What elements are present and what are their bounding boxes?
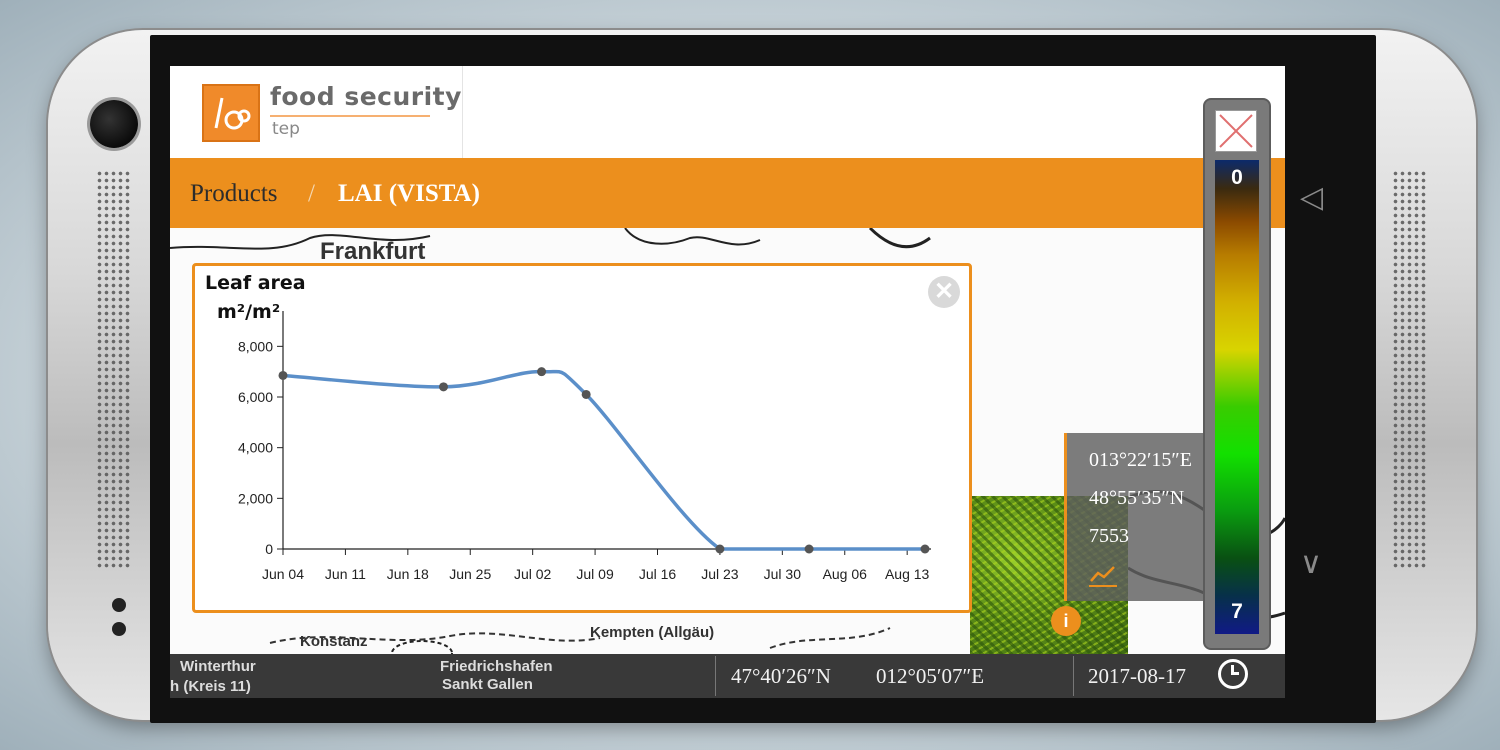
- chevron-down-icon[interactable]: ∨: [1300, 546, 1322, 581]
- logo-underline: [270, 115, 430, 117]
- map-label-city: h (Kreis 11): [170, 678, 251, 695]
- x-tick-label: Jul 02: [514, 566, 552, 582]
- y-tick-label: 0: [265, 541, 273, 557]
- lai-data-point: [920, 544, 930, 554]
- lai-series-line: [282, 369, 925, 551]
- breadcrumb-separator: /: [308, 180, 315, 207]
- map-label-city: Winterthur: [180, 658, 256, 675]
- chart-dialog: Leaf area m²/m² ✕ 0 2,000 4,000 6,000 8,000 J…: [192, 263, 972, 613]
- footer-divider: [1073, 656, 1074, 696]
- back-key-icon[interactable]: ◁: [1300, 180, 1323, 215]
- cursor-latitude: 47°40′26″N: [731, 664, 831, 688]
- lai-data-point: [581, 389, 591, 399]
- front-camera: [90, 100, 138, 148]
- map-label-city: Friedrichshafen: [440, 658, 553, 675]
- map-label-city: Frankfurt: [320, 238, 426, 265]
- lai-data-point: [278, 370, 288, 380]
- x-tick-label: Aug 06: [823, 566, 868, 582]
- status-footer: Winterthur Friedrichshafen h (Kreis 11) …: [170, 654, 1285, 698]
- x-tick-label: Jun 25: [449, 566, 491, 582]
- close-icon[interactable]: ✕: [928, 276, 960, 308]
- chart-icon[interactable]: [1089, 563, 1117, 587]
- app-header: food security tep: [170, 66, 1285, 159]
- lai-data-point: [804, 544, 814, 554]
- app-title: food security: [270, 82, 462, 111]
- speaker-grille-left: [96, 170, 130, 570]
- lai-data-point: [715, 544, 725, 554]
- app-screen: food security tep Products / LAI (VISTA)…: [170, 66, 1285, 698]
- cursor-longitude: 012°05′07″E: [876, 664, 985, 688]
- legend-color-ramp: 0 7: [1215, 160, 1259, 634]
- lai-line-chart: 0 2,000 4,000 6,000 8,000 Jun 04 Jun 11 Jun 18 J…: [238, 311, 931, 582]
- sensor-dot: [112, 598, 126, 612]
- footer-divider: [715, 656, 716, 696]
- x-tick-label: Jul 23: [701, 566, 739, 582]
- speaker-grille-right: [1392, 170, 1426, 570]
- y-tick-label: 8,000: [238, 338, 273, 354]
- legend-min-label: 0: [1231, 166, 1243, 189]
- x-tick-label: Jul 30: [764, 566, 802, 582]
- y-tick-label: 6,000: [238, 389, 273, 405]
- legend-max-label: 7: [1231, 600, 1243, 623]
- chart-unit: m²/m²: [217, 301, 281, 323]
- chart-title: Leaf area: [205, 272, 306, 294]
- map-label-city: Konstanz: [300, 633, 368, 650]
- lai-data-point: [439, 382, 448, 392]
- y-tick-label: 2,000: [238, 490, 273, 506]
- map-label-city: Kempten (Allgäu): [590, 624, 715, 641]
- header-divider: [462, 66, 463, 158]
- selected-date[interactable]: 2017-08-17: [1088, 664, 1186, 689]
- x-tick-label: Aug 13: [885, 566, 930, 582]
- color-legend: 0 7: [1203, 98, 1271, 650]
- x-tick-label: Jul 09: [576, 566, 614, 582]
- map-label-city: Sankt Gallen: [442, 676, 533, 693]
- breadcrumb-products-link[interactable]: Products: [190, 180, 278, 208]
- popup-value: 7553: [1089, 525, 1129, 547]
- close-icon[interactable]: [1215, 110, 1257, 152]
- logo-icon: [202, 84, 260, 142]
- sensor-dot: [112, 622, 126, 636]
- lai-data-point: [537, 367, 547, 377]
- x-tick-label: Jun 04: [262, 566, 304, 582]
- clock-icon[interactable]: [1218, 659, 1248, 689]
- popup-latitude: 48°55′35″N: [1089, 487, 1185, 509]
- breadcrumb-current: LAI (VISTA): [338, 180, 480, 207]
- y-tick-label: 4,000: [238, 440, 273, 456]
- x-tick-label: Jul 16: [639, 566, 677, 582]
- info-marker-icon[interactable]: i: [1051, 606, 1081, 636]
- popup-longitude: 013°22′15″E: [1089, 449, 1192, 471]
- x-tick-label: Jun 11: [325, 566, 366, 582]
- app-subtitle: tep: [272, 119, 300, 139]
- x-tick-label: Jun 18: [387, 566, 429, 582]
- breadcrumb: Products / LAI (VISTA): [170, 158, 1285, 228]
